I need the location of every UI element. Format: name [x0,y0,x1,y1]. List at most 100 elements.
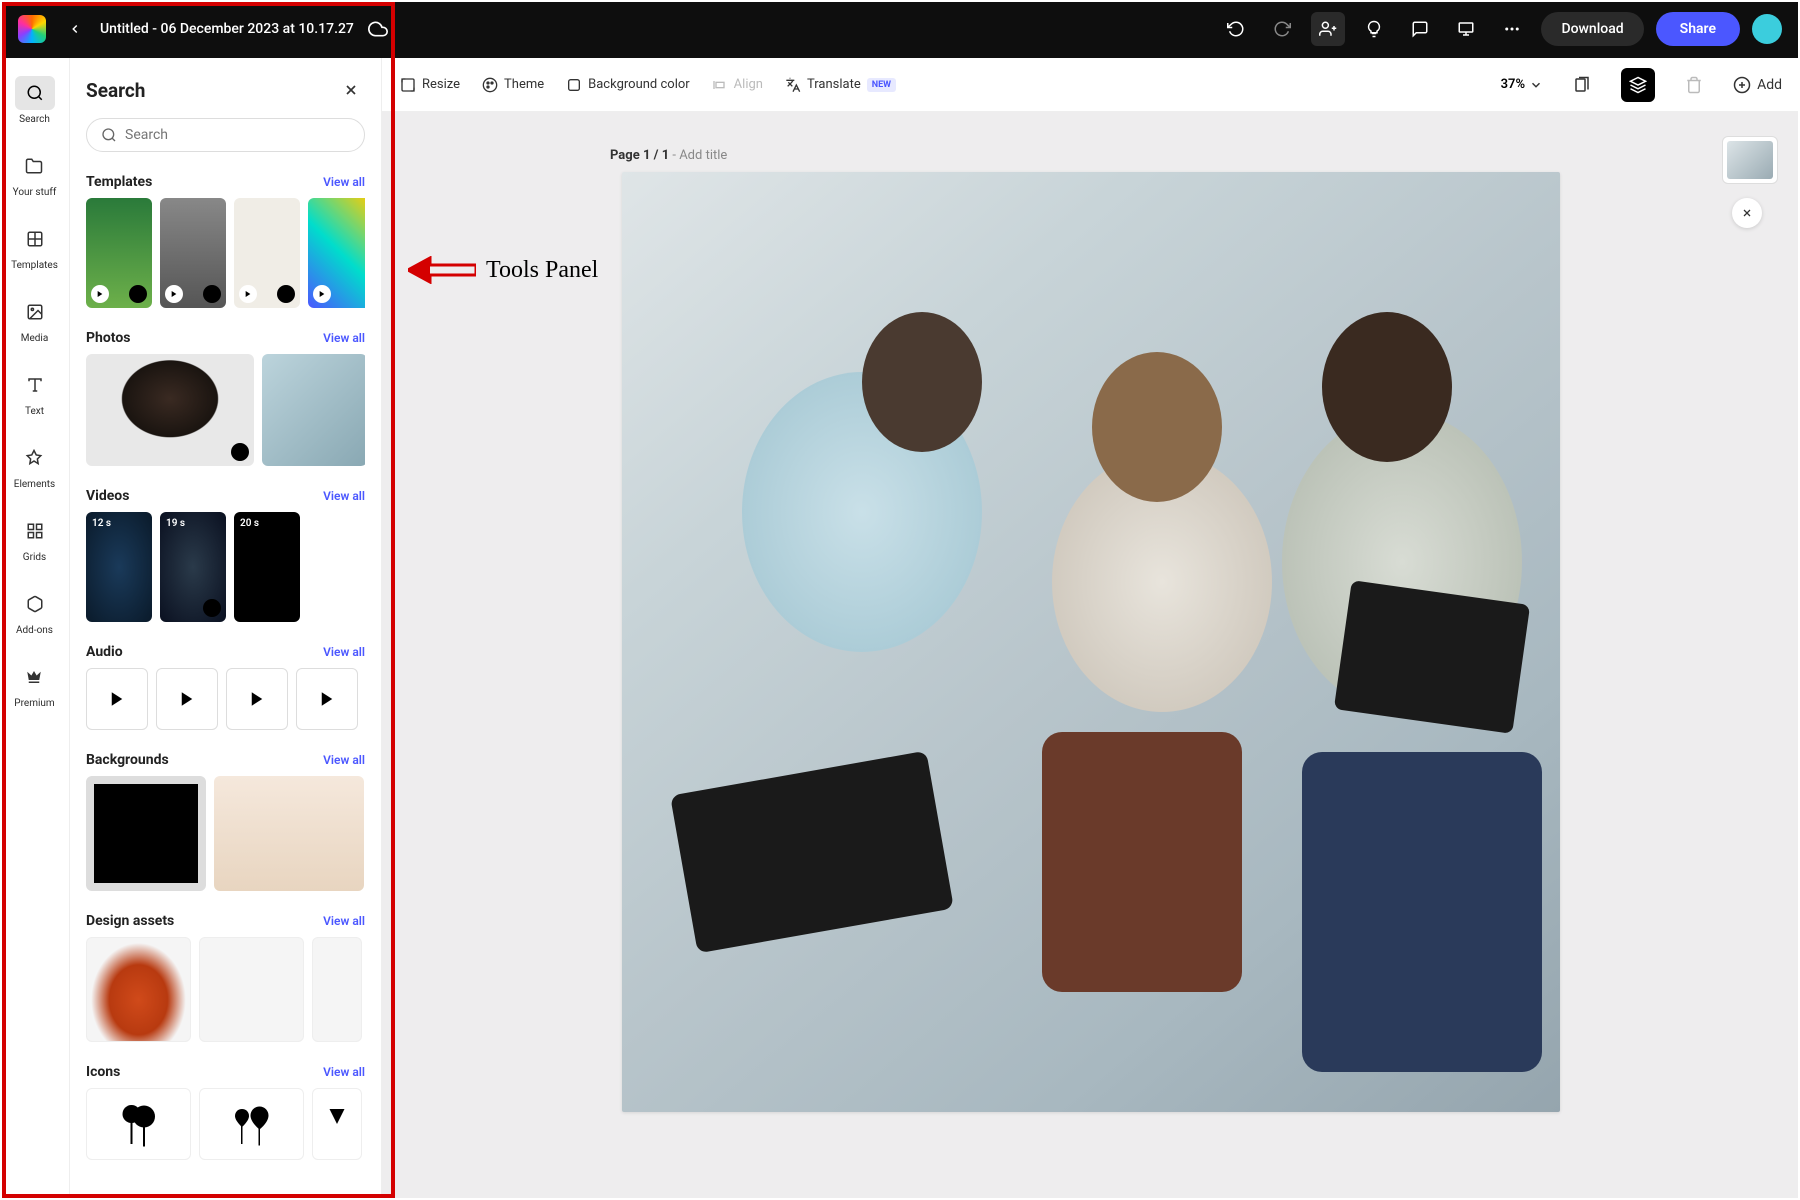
page-label[interactable]: Page 1 / 1 - Add title [610,148,727,163]
rail-item-elements[interactable]: Elements [14,441,55,490]
template-thumb[interactable] [234,198,300,308]
more-button[interactable] [1495,12,1529,46]
play-icon [318,690,336,708]
templates-icon [26,230,44,248]
play-icon [248,690,266,708]
panel-title: Search [86,79,145,102]
search-icon [26,84,44,102]
side-rail: Search Your stuff Templates Media Text E… [0,58,70,1200]
cloud-sync-icon[interactable] [366,17,390,41]
close-icon [1741,207,1753,219]
add-person-button[interactable] [1311,12,1345,46]
rail-item-text[interactable]: Text [15,368,55,417]
chevron-down-icon [1529,78,1543,92]
back-button[interactable] [60,14,90,44]
close-thumbnail-button[interactable] [1732,198,1762,228]
share-button[interactable]: Share [1656,12,1740,46]
user-avatar[interactable] [1752,14,1782,44]
close-panel-button[interactable] [337,76,365,104]
theme-button[interactable]: Theme [482,77,544,93]
present-button[interactable] [1449,12,1483,46]
audio-thumb[interactable] [156,668,218,730]
zoom-control[interactable]: 37% [1501,77,1543,92]
photo-thumb[interactable] [262,354,365,466]
play-icon [178,690,196,708]
plus-circle-icon [1733,76,1751,94]
view-all-photos[interactable]: View all [323,331,365,345]
top-bar: Untitled - 06 December 2023 at 10.17.27 … [0,0,1800,58]
asset-thumb[interactable] [312,937,362,1042]
trash-icon [1685,76,1703,94]
rail-item-search[interactable]: Search [15,76,55,125]
bgcolor-button[interactable]: Background color [566,77,690,93]
search-input[interactable] [125,127,350,143]
layers-icon [1629,76,1647,94]
translate-icon [785,77,801,93]
view-all-backgrounds[interactable]: View all [323,753,365,767]
icon-thumb[interactable] [312,1088,362,1160]
video-thumb[interactable]: 12 s [86,512,152,622]
background-thumb[interactable] [86,776,206,891]
elements-icon [25,449,43,467]
page-thumbnail[interactable] [1722,136,1778,184]
rail-item-templates[interactable]: Templates [11,222,58,271]
view-all-videos[interactable]: View all [323,489,365,503]
audio-thumb[interactable] [296,668,358,730]
section-title-backgrounds: Backgrounds [86,752,169,768]
audio-thumb[interactable] [226,668,288,730]
video-thumb[interactable]: 20 s [234,512,300,622]
video-thumb[interactable]: 19 s [160,512,226,622]
section-title-templates: Templates [86,174,152,190]
folder-icon [25,157,43,175]
asset-thumb[interactable] [199,937,304,1042]
delete-button[interactable] [1677,68,1711,102]
asset-thumb[interactable] [86,937,191,1042]
close-icon [343,82,359,98]
resize-button[interactable]: Resize [400,77,460,93]
section-title-audio: Audio [86,644,123,660]
context-bar: Resize Theme Background color Align Tran… [382,58,1800,112]
section-title-icons: Icons [86,1064,120,1080]
comment-button[interactable] [1403,12,1437,46]
photo-thumb[interactable] [86,354,254,466]
rail-item-your-stuff[interactable]: Your stuff [13,149,57,198]
template-thumb[interactable] [160,198,226,308]
search-input-wrapper[interactable] [86,118,365,152]
premium-icon [25,668,43,686]
align-icon [712,77,728,93]
search-panel: Search TemplatesView all PhotosView all … [70,58,382,1200]
undo-button[interactable] [1219,12,1253,46]
rail-item-media[interactable]: Media [15,295,55,344]
rail-item-addons[interactable]: Add-ons [15,587,55,636]
lightbulb-button[interactable] [1357,12,1391,46]
redo-button[interactable] [1265,12,1299,46]
document-title[interactable]: Untitled - 06 December 2023 at 10.17.27 [100,21,354,37]
pages-icon [1573,76,1591,94]
icon-thumb[interactable] [86,1088,191,1160]
audio-thumb[interactable] [86,668,148,730]
translate-button[interactable]: TranslateNEW [785,77,896,93]
template-thumb[interactable] [86,198,152,308]
view-all-icons[interactable]: View all [323,1065,365,1079]
view-all-audio[interactable]: View all [323,645,365,659]
theme-icon [482,77,498,93]
icon-thumb[interactable] [199,1088,304,1160]
download-button[interactable]: Download [1541,12,1643,46]
pages-button[interactable] [1565,68,1599,102]
layers-button[interactable] [1621,68,1655,102]
play-icon [108,690,126,708]
template-thumb[interactable] [308,198,365,308]
rail-item-premium[interactable]: Premium [14,660,54,709]
addons-icon [26,595,44,613]
view-all-design-assets[interactable]: View all [323,914,365,928]
section-title-videos: Videos [86,488,129,504]
rail-item-grids[interactable]: Grids [15,514,55,563]
annotation-arrow: Tools Panel [408,256,598,284]
view-all-templates[interactable]: View all [323,175,365,189]
add-page-button[interactable]: Add [1733,76,1782,94]
canvas[interactable] [622,172,1560,1112]
background-thumb[interactable] [214,776,364,891]
new-badge: NEW [867,78,896,92]
align-button: Align [712,77,763,93]
search-icon [101,127,117,143]
